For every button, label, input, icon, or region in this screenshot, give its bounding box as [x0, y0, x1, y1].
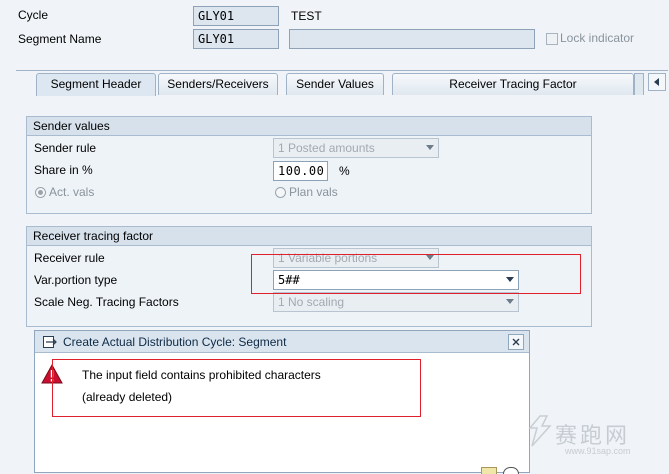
segment-text-field[interactable] [289, 29, 535, 49]
share-input[interactable]: 100.00 [273, 161, 328, 181]
lock-indicator-label: Lock indicator [560, 31, 635, 45]
cycle-text: TEST [291, 9, 322, 23]
chevron-left-icon [654, 78, 659, 86]
sender-rule-dropdown[interactable]: 1 Posted amounts [273, 138, 439, 158]
sender-values-title: Sender values [27, 117, 591, 136]
message-highlight-box [52, 359, 421, 417]
tab-scroll-left-button[interactable] [648, 73, 666, 91]
act-vals-label: Act. vals [49, 185, 95, 199]
scale-label: Scale Neg. Tracing Factors [34, 295, 179, 309]
scale-dropdown[interactable]: 1 No scaling [273, 292, 519, 312]
chevron-down-icon [506, 299, 514, 304]
scale-value: 1 No scaling [278, 295, 345, 309]
sender-rule-label: Sender rule [34, 141, 97, 155]
tab-overflow-edge [634, 73, 644, 95]
dialog-title: Create Actual Distribution Cycle: Segmen… [35, 331, 529, 353]
receiver-rule-label: Receiver rule [34, 251, 105, 265]
plan-vals-label: Plan vals [289, 185, 338, 199]
watermark-url: www.91sap.com [565, 446, 631, 456]
var-portion-label: Var.portion type [34, 273, 118, 287]
highlight-box [251, 254, 581, 294]
act-vals-radio[interactable] [35, 187, 46, 198]
tab-segment-header[interactable]: Segment Header [36, 73, 156, 96]
cycle-label: Cycle [18, 8, 49, 22]
tab-sender-values[interactable]: Sender Values [286, 73, 384, 95]
tab-senders-receivers[interactable]: Senders/Receivers [158, 73, 278, 95]
segment-name-label: Segment Name [18, 32, 102, 46]
chevron-down-icon [426, 145, 434, 150]
share-label: Share in % [34, 163, 93, 177]
segment-name-field[interactable]: GLY01 [193, 29, 279, 49]
tab-receiver-tracing-factor[interactable]: Receiver Tracing Factor [392, 73, 634, 95]
cycle-field[interactable]: GLY01 [193, 6, 279, 26]
watermark-logo-icon [528, 415, 552, 447]
close-icon [512, 338, 520, 346]
error-dialog: Create Actual Distribution Cycle: Segmen… [34, 330, 530, 474]
dialog-window-icon [43, 336, 57, 348]
receiver-tracing-title: Receiver tracing factor [27, 227, 591, 246]
plan-vals-radio[interactable] [275, 187, 286, 198]
sender-rule-value: 1 Posted amounts [278, 141, 375, 155]
share-unit: % [339, 164, 350, 178]
dialog-close-button[interactable] [508, 334, 524, 350]
lock-indicator-checkbox[interactable] [546, 33, 558, 45]
